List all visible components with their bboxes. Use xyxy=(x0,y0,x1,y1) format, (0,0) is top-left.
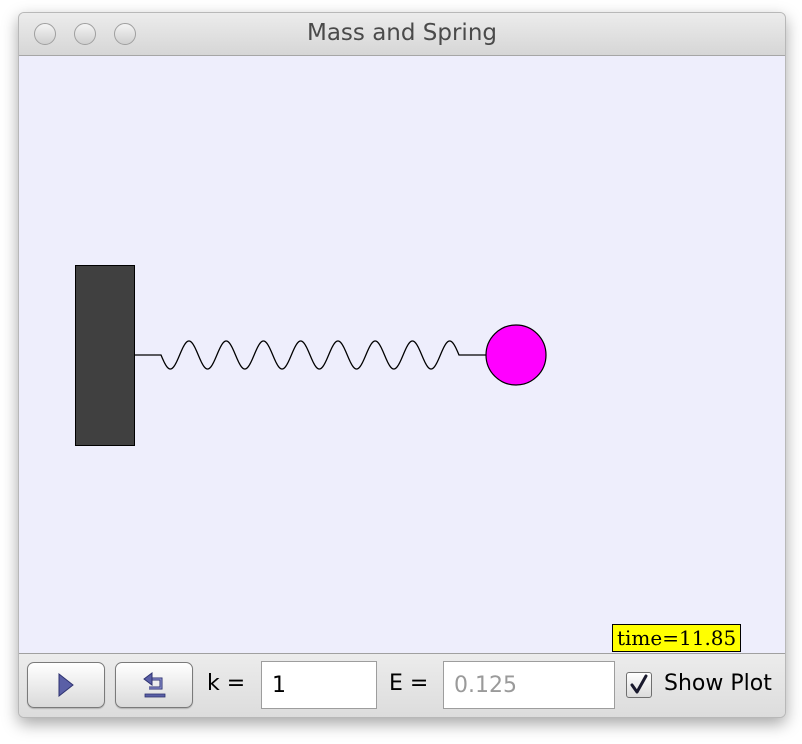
energy-field xyxy=(443,661,615,709)
reset-icon xyxy=(143,672,166,698)
simulation-canvas: time=11.85 xyxy=(19,56,785,653)
checkmark-icon xyxy=(630,674,648,694)
simulation-svg xyxy=(75,265,547,446)
show-plot-checkbox[interactable] xyxy=(626,672,652,698)
title-bar: Mass and Spring xyxy=(19,13,785,56)
k-label: k = xyxy=(207,671,246,696)
wall-block xyxy=(75,265,135,446)
spring xyxy=(135,340,486,370)
mass-ball[interactable] xyxy=(485,324,547,386)
k-input[interactable] xyxy=(261,661,377,709)
play-button[interactable] xyxy=(27,662,105,708)
play-icon xyxy=(58,673,74,697)
reset-button[interactable] xyxy=(115,662,193,708)
app-window: Mass and Spring time=11.85 k = E = xyxy=(18,12,786,718)
energy-label: E = xyxy=(389,671,429,696)
time-readout: time=11.85 xyxy=(612,624,742,652)
show-plot-label[interactable]: Show Plot xyxy=(664,671,772,696)
window-title: Mass and Spring xyxy=(306,20,498,46)
control-bar: k = E = Show Plot xyxy=(19,653,785,717)
